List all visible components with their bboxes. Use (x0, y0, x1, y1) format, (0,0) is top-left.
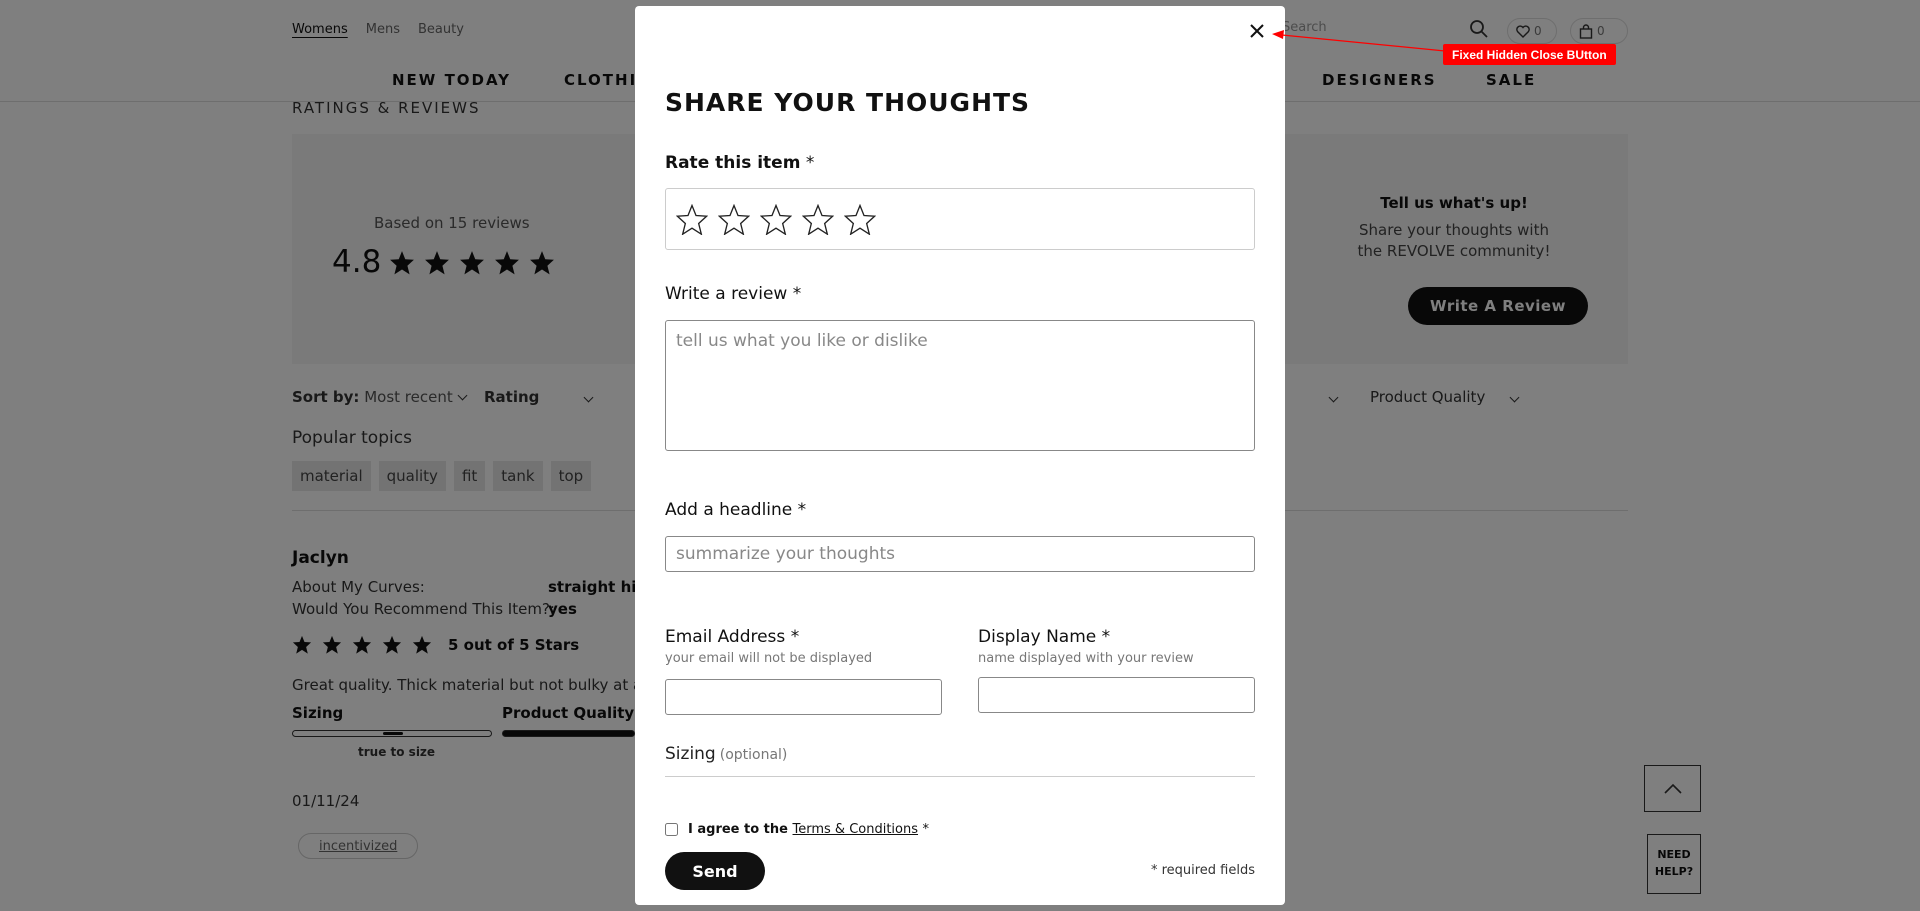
sizing-section[interactable]: Sizing (optional) (665, 744, 787, 764)
headline-label-text: Add a headline (665, 500, 793, 520)
star-outline-icon[interactable] (802, 203, 834, 235)
review-modal (635, 6, 1285, 905)
star-outline-icon[interactable] (718, 203, 750, 235)
required-mark: * (797, 500, 807, 520)
required-mark: * (922, 822, 930, 837)
required-mark: * (1101, 627, 1111, 647)
terms-link[interactable]: Terms & Conditions (793, 822, 919, 837)
annotation-label: Fixed Hidden Close BUtton (1443, 44, 1616, 65)
required-fields-note: * required fields (1150, 863, 1255, 878)
rate-label: Rate this item * (665, 153, 814, 173)
headline-label: Add a headline * (665, 500, 806, 520)
terms-text: I agree to the Terms & Conditions * (688, 822, 929, 837)
sizing-optional: (optional) (719, 747, 788, 763)
close-icon (1250, 24, 1264, 38)
star-outline-icon[interactable] (844, 203, 876, 235)
star-outline-icon[interactable] (760, 203, 792, 235)
close-button[interactable] (1247, 21, 1267, 41)
sizing-label: Sizing (665, 744, 716, 764)
star-rating-input (665, 188, 1255, 250)
display-name-label-text: Display Name (978, 627, 1097, 647)
required-mark: * (805, 153, 815, 173)
rate-label-text: Rate this item (665, 153, 801, 173)
divider (665, 776, 1255, 777)
headline-input[interactable] (665, 536, 1255, 572)
review-label: Write a review * (665, 284, 801, 304)
review-label-text: Write a review (665, 284, 788, 304)
terms-agreement: I agree to the Terms & Conditions * (665, 822, 929, 837)
email-help: your email will not be displayed (665, 651, 873, 666)
display-name-field[interactable] (978, 677, 1255, 713)
email-field[interactable] (665, 679, 942, 715)
review-textarea[interactable] (665, 320, 1255, 451)
display-name-label: Display Name * (978, 627, 1110, 647)
required-mark: * (792, 284, 802, 304)
required-mark: * (790, 627, 800, 647)
star-outline-icon[interactable] (676, 203, 708, 235)
terms-checkbox[interactable] (665, 823, 678, 836)
send-button[interactable]: Send (665, 852, 765, 890)
email-label: Email Address * (665, 627, 799, 647)
agree-text: I agree to the (688, 822, 788, 837)
modal-title: SHARE YOUR THOUGHTS (665, 88, 1031, 117)
display-name-help: name displayed with your review (978, 651, 1194, 666)
email-label-text: Email Address (665, 627, 786, 647)
